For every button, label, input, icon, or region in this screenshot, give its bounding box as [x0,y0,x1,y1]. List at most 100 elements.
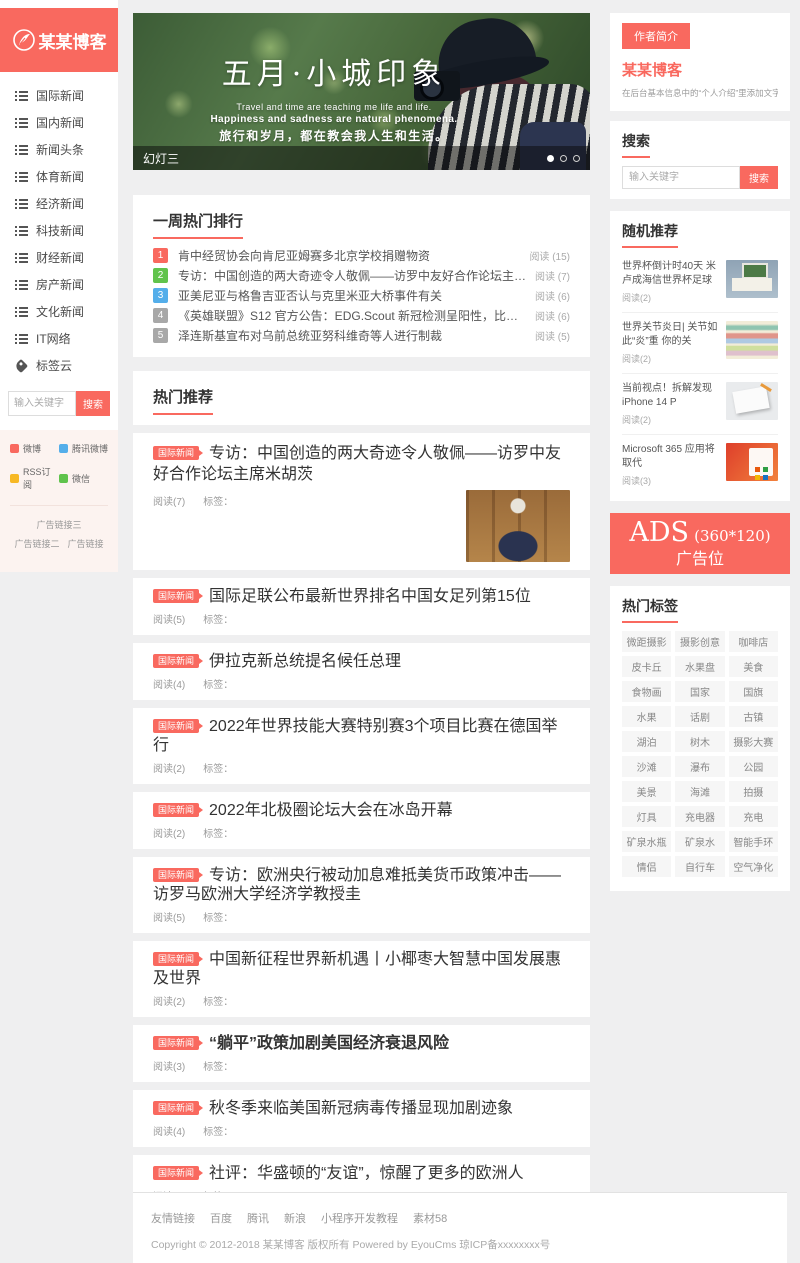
carousel-slide[interactable]: 五月·小城印象 Travel and time are teaching me … [133,13,590,170]
nav-item[interactable]: 国内新闻 [0,109,118,136]
footer-link[interactable]: 腾讯 [247,1210,269,1226]
social-link[interactable]: 腾讯微博 [59,442,108,455]
nav-item[interactable]: 国际新闻 [0,82,118,109]
tag-link[interactable]: 拍摄 [729,781,778,802]
category-badge[interactable]: 国际新闻 [153,1101,199,1115]
tag-link[interactable]: 微距摄影 [622,631,671,652]
category-badge[interactable]: 国际新闻 [153,654,199,668]
article-card[interactable]: 国际新闻专访：欧洲央行被动加息难抵美货币政策冲击——访罗马欧洲大学经济学教授圭 … [133,857,590,933]
category-badge[interactable]: 国际新闻 [153,589,199,603]
tag-link[interactable]: 食物画 [622,681,671,702]
tag-link[interactable]: 国家 [675,681,724,702]
nav-item-tag-cloud[interactable]: 标签云 [0,352,118,379]
category-badge[interactable]: 国际新闻 [153,952,199,966]
nav-item[interactable]: 房产新闻 [0,271,118,298]
carousel-dot-active[interactable] [547,155,554,162]
carousel-dots [547,155,580,162]
category-badge[interactable]: 国际新闻 [153,446,199,460]
article-title: 国际新闻2022年世界技能大赛特别赛3个项目比赛在德国举行 [153,717,570,755]
category-badge[interactable]: 国际新闻 [153,1166,199,1180]
search-button[interactable]: 搜索 [740,166,778,189]
tag-link[interactable]: 摄影创意 [675,631,724,652]
tag-link[interactable]: 沙滩 [622,756,671,777]
nav-item[interactable]: 财经新闻 [0,244,118,271]
tag-link[interactable]: 情侣 [622,856,671,877]
rank-item[interactable]: 3 亚美尼亚与格鲁吉亚否认与克里米亚大桥事件有关 阅读 (6) [153,288,570,303]
tag-link[interactable]: 国旗 [729,681,778,702]
ad-link[interactable]: 广告链接三 [36,518,81,531]
tag-link[interactable]: 湖泊 [622,731,671,752]
social-link[interactable]: 微博 [10,442,59,455]
featured-article-card[interactable]: 国际新闻专访：中国创造的两大奇迹令人敬佩——访罗中友好合作论坛主席米胡茨 阅读(… [133,433,590,570]
sidebar-search-input[interactable] [8,391,76,416]
article-card[interactable]: 国际新闻中国新征程世界新机遇丨小椰枣大智慧中国发展惠及世界 阅读(2) 标签： [133,941,590,1017]
nav-item[interactable]: 文化新闻 [0,298,118,325]
article-card[interactable]: 国际新闻秋冬季来临美国新冠病毒传播显现加剧迹象 阅读(4) 标签： [133,1090,590,1147]
category-badge[interactable]: 国际新闻 [153,868,199,882]
tag-link[interactable]: 灯具 [622,806,671,827]
ad-link[interactable]: 广告链接二 [14,537,59,550]
site-logo[interactable]: 某某博客 [0,8,118,72]
rank-item[interactable]: 4 《英雄联盟》S12 官方公告：EDG.Scout 新冠检测呈阳性，比赛顺序可… [153,308,570,323]
sidebar-search-button[interactable]: 搜索 [76,391,110,416]
ad-link[interactable]: 广告链接 [68,537,104,550]
random-item[interactable]: 世界关节炎日| 关节如此“炎”重 你的关 阅读(2) [622,313,778,374]
category-badge[interactable]: 国际新闻 [153,719,199,733]
tag-link[interactable]: 古镇 [729,706,778,727]
random-item[interactable]: 世界杯倒计时40天 米卢成海信世界杯足球 阅读(2) [622,252,778,313]
article-card[interactable]: 国际新闻2022年北极圈论坛大会在冰岛开幕 阅读(2) 标签： [133,792,590,849]
footer-link[interactable]: 新浪 [284,1210,306,1226]
tag-link[interactable]: 矿泉水瓶 [622,831,671,852]
tag-link[interactable]: 公园 [729,756,778,777]
tag-link[interactable]: 智能手环 [729,831,778,852]
tag-link[interactable]: 瀑布 [675,756,724,777]
tag-link[interactable]: 皮卡丘 [622,656,671,677]
article-card[interactable]: 国际新闻“躺平”政策加剧美国经济衰退风险 阅读(3) 标签： [133,1025,590,1082]
social-link[interactable]: 微信 [59,465,108,491]
tag-link[interactable]: 自行车 [675,856,724,877]
footer-link[interactable]: 友情链接 [151,1210,195,1226]
category-badge[interactable]: 国际新闻 [153,1036,199,1050]
tag-link[interactable]: 话剧 [675,706,724,727]
article-card[interactable]: 国际新闻2022年世界技能大赛特别赛3个项目比赛在德国举行 阅读(2) 标签： [133,708,590,784]
footer-link[interactable]: 百度 [210,1210,232,1226]
ad-banner[interactable]: ADS (360*120) 广告位 [610,513,790,574]
tag-link[interactable]: 摄影大赛 [729,731,778,752]
article-title: 国际新闻专访：欧洲央行被动加息难抵美货币政策冲击——访罗马欧洲大学经济学教授圭 [153,866,570,904]
article-card[interactable]: 国际新闻伊拉克新总统提名候任总理 阅读(4) 标签： [133,643,590,700]
tag-link[interactable]: 矿泉水 [675,831,724,852]
tag-link[interactable]: 树木 [675,731,724,752]
rank-item[interactable]: 1 肯中经贸协会向肯尼亚姆赛多北京学校捐赠物资 阅读 (15) [153,248,570,263]
tag-link[interactable]: 空气净化 [729,856,778,877]
carousel-dot[interactable] [573,155,580,162]
tag-link[interactable]: 水果盘 [675,656,724,677]
tag-link[interactable]: 美景 [622,781,671,802]
carousel-dot[interactable] [560,155,567,162]
random-item-text: Microsoft 365 应用将取代 阅读(3) [622,443,718,487]
author-intro-tag[interactable]: 作者简介 [622,23,690,49]
category-badge[interactable]: 国际新闻 [153,803,199,817]
search-input[interactable] [622,166,740,189]
article-card[interactable]: 国际新闻国际足联公布最新世界排名中国女足列第15位 阅读(5) 标签： [133,578,590,635]
tag-link[interactable]: 咖啡店 [729,631,778,652]
tag-link[interactable]: 水果 [622,706,671,727]
nav-item[interactable]: 经济新闻 [0,190,118,217]
rank-item[interactable]: 5 泽连斯基宣布对乌前总统亚努科维奇等人进行制裁 阅读 (5) [153,328,570,343]
nav-item[interactable]: 体育新闻 [0,163,118,190]
article-reads: 阅读(4) [153,1123,185,1138]
nav-item[interactable]: IT网络 [0,325,118,352]
footer-link[interactable]: 小程序开发教程 [321,1210,398,1226]
tag-link[interactable]: 充电 [729,806,778,827]
random-item[interactable]: Microsoft 365 应用将取代 阅读(3) [622,435,778,489]
rank-item[interactable]: 2 专访：中国创造的两大奇迹令人敬佩——访罗中友好合作论坛主席米胡茨 阅读 (7… [153,268,570,283]
nav-item[interactable]: 新闻头条 [0,136,118,163]
article-meta: 阅读(7) 标签： [153,493,233,562]
random-item[interactable]: 当前视点！拆解发现 iPhone 14 P 阅读(2) [622,374,778,435]
footer-link[interactable]: 素材58 [413,1210,447,1226]
search-box: 搜索 搜索 [610,121,790,199]
social-link[interactable]: RSS订阅 [10,465,59,491]
nav-item[interactable]: 科技新闻 [0,217,118,244]
tag-link[interactable]: 充电器 [675,806,724,827]
tag-link[interactable]: 海滩 [675,781,724,802]
tag-link[interactable]: 美食 [729,656,778,677]
